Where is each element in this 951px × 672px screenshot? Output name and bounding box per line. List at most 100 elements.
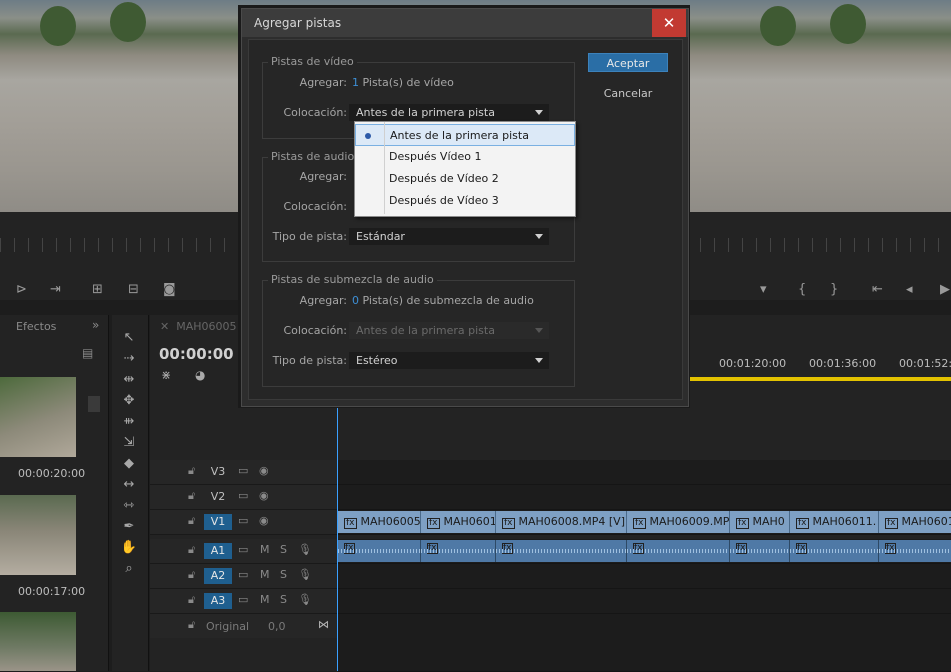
track-name[interactable]: V2 [204,489,232,505]
video-clip[interactable]: fxMAH06005 [338,511,421,533]
video-clip[interactable]: fxMAH0 [730,511,790,533]
video-add-number[interactable]: 1 [352,76,359,89]
track-header-v3[interactable]: 🔓︎ V3 ▭ ◉ [150,460,338,485]
track-header-v1[interactable]: 🔓︎ V1 ▭ ◉ [150,510,338,535]
video-add-count[interactable]: 1 Pista(s) de vídeo [352,76,454,89]
lock-icon[interactable]: 🔓︎ [188,618,195,632]
track-name[interactable]: V3 [204,464,232,480]
track-name[interactable]: A1 [204,543,232,559]
track-name[interactable]: V1 [204,514,232,530]
sync-lock-icon[interactable]: ▭ [238,543,248,556]
dialog-titlebar[interactable]: Agregar pistas ✕ [242,9,688,37]
slide-tool-icon[interactable]: ⇿ [119,498,139,514]
sync-lock-icon[interactable]: ▭ [238,514,248,527]
rate-stretch-tool-icon[interactable]: ⇻ [119,414,139,430]
track-lane-a3[interactable] [338,589,951,614]
audio-type-select[interactable]: Estándar [349,228,549,245]
track-header-master[interactable]: 🔓︎ Original 0,0 ⋈ [150,614,338,638]
track-header-a2[interactable]: 🔓︎ A2 ▭ M S 🎙︎ [150,564,338,589]
effects-tab[interactable]: Efectos [16,320,56,333]
master-volume[interactable]: 0,0 [268,620,286,633]
track-header-a3[interactable]: 🔓︎ A3 ▭ M S 🎙︎ [150,589,338,614]
panel-scrollbar[interactable] [88,396,100,412]
mute-toggle[interactable]: M [260,568,270,581]
snap-icon[interactable]: ⋇ [161,368,171,382]
lock-icon[interactable]: 🔓︎ [188,514,195,528]
track-select-tool-icon[interactable]: ⇢ [119,351,139,367]
play-in-to-out-icon[interactable]: ⊳ [16,282,27,297]
timeline-timecode[interactable]: 00:00:00 [159,345,234,363]
mark-in-icon[interactable]: { [798,282,806,297]
video-clip[interactable]: fxMAH06009.MP [627,511,730,533]
dropdown-option[interactable]: Antes de la primera pista [355,124,575,146]
eye-icon[interactable]: ◉ [259,489,269,502]
export-frame-icon[interactable]: ◙ [163,282,176,297]
track-name[interactable]: A2 [204,568,232,584]
audio-clip[interactable]: fx [730,540,790,562]
lock-icon[interactable]: 🔓︎ [188,593,195,607]
new-bin-icon[interactable]: ▤ [82,346,93,360]
track-lane-v1[interactable]: fxMAH06005 fxMAH0601 fxMAH06008.MP4 [V] … [338,510,951,535]
clip-thumbnail[interactable] [0,495,76,575]
sequence-tab[interactable]: ✕ MAH06005 [160,320,237,333]
solo-toggle[interactable]: S [280,593,287,606]
microphone-icon[interactable]: 🎙︎ [298,593,312,606]
sync-lock-icon[interactable]: ▭ [238,464,248,477]
work-area-bar[interactable] [690,377,951,381]
go-to-in-icon[interactable]: ⇤ [872,282,883,297]
pen-tool-icon[interactable]: ✒ [119,519,139,535]
microphone-icon[interactable]: 🎙︎ [298,543,312,556]
hand-tool-icon[interactable]: ✋ [119,540,139,556]
go-to-end-icon[interactable]: ⋈ [318,618,329,631]
overwrite-icon[interactable]: ⊟ [128,282,139,297]
track-header-a1[interactable]: 🔓︎ A1 ▭ M S 🎙︎ [150,539,338,564]
mark-out-icon[interactable]: } [830,282,838,297]
linked-selection-icon[interactable]: ◕ [195,368,205,382]
slip-tool-icon[interactable]: ↔ [119,477,139,493]
step-back-icon[interactable]: ◂ [906,282,913,297]
track-name[interactable]: A3 [204,593,232,609]
microphone-icon[interactable]: 🎙︎ [298,568,312,581]
audio-clip[interactable]: fx [627,540,730,562]
panel-overflow-icon[interactable]: » [92,318,99,332]
clip-thumbnail[interactable] [0,377,76,457]
video-clip[interactable]: fxMAH0601 [421,511,496,533]
eye-icon[interactable]: ◉ [259,514,269,527]
lock-icon[interactable]: 🔓︎ [188,489,195,503]
selection-tool-icon[interactable]: ↖ [119,330,139,346]
track-lane-v3[interactable] [338,460,951,485]
rolling-edit-tool-icon[interactable]: ✥ [119,393,139,409]
close-button[interactable]: ✕ [652,9,686,37]
video-placement-select[interactable]: Antes de la primera pista [349,104,549,121]
ok-button[interactable]: Aceptar [588,53,668,72]
audio-clip[interactable]: fx [496,540,627,562]
cancel-button[interactable]: Cancelar [588,83,668,102]
track-header-v2[interactable]: 🔓︎ V2 ▭ ◉ [150,485,338,510]
audio-clip[interactable]: fx [879,540,951,562]
razor-tool-icon[interactable]: ⇲ [119,435,139,451]
sync-lock-icon[interactable]: ▭ [238,593,248,606]
solo-toggle[interactable]: S [280,568,287,581]
submix-add-number[interactable]: 0 [352,294,359,307]
audio-clip[interactable]: fx [790,540,879,562]
track-lane-a2[interactable] [338,564,951,589]
add-marker-icon[interactable]: ▾ [760,282,767,297]
zoom-tool-icon[interactable]: ⌕ [119,561,139,577]
clip-thumbnail[interactable] [0,612,76,671]
go-to-out-icon[interactable]: ⇥ [50,282,61,297]
playhead[interactable] [337,405,338,671]
dropdown-option[interactable]: Después de Vídeo 2 [355,168,575,190]
solo-toggle[interactable]: S [280,543,287,556]
dropdown-option[interactable]: Después Vídeo 1 [355,146,575,168]
track-lane-a1[interactable]: fx fx fx fx fx fx fx [338,539,951,564]
video-clip[interactable]: fxMAH0601 [879,511,951,533]
video-clip[interactable]: fxMAH06008.MP4 [V] [496,511,627,533]
mute-toggle[interactable]: M [260,593,270,606]
insert-icon[interactable]: ⊞ [92,282,103,297]
sync-lock-icon[interactable]: ▭ [238,489,248,502]
sync-lock-icon[interactable]: ▭ [238,568,248,581]
submix-add-count[interactable]: 0 Pista(s) de submezcla de audio [352,294,534,307]
track-lane-v2[interactable] [338,485,951,510]
lock-icon[interactable]: 🔓︎ [188,568,195,582]
submix-type-select[interactable]: Estéreo [349,352,549,369]
